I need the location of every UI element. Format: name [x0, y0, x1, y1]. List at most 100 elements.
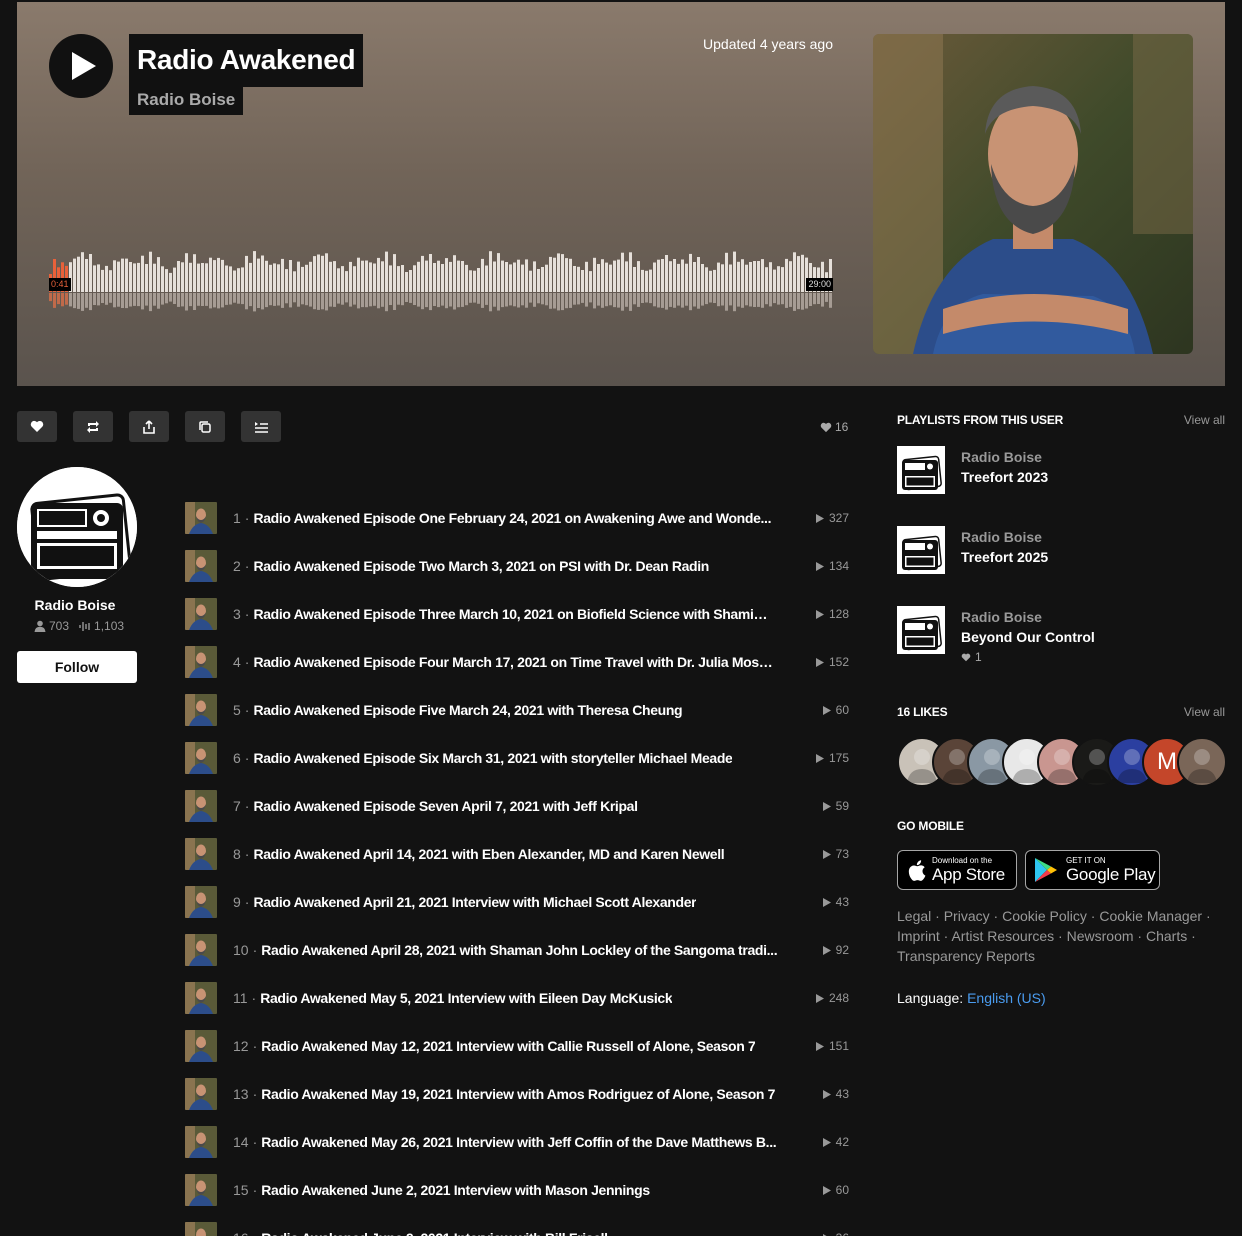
waveform-bar: [461, 261, 464, 292]
track-thumbnail[interactable]: [185, 1174, 217, 1206]
follow-button[interactable]: Follow: [17, 651, 137, 683]
track-title-link[interactable]: Radio Awakened April 14, 2021 with Eben …: [253, 846, 724, 862]
track-artist[interactable]: Radio Boise: [129, 84, 244, 115]
track-row[interactable]: 15 · Radio Awakened June 2, 2021 Interview…: [185, 1174, 850, 1222]
track-title-link[interactable]: Radio Awakened June 9, 2021 Interview wi…: [261, 1230, 607, 1236]
track-title-link[interactable]: Radio Awakened May 12, 2021 Interview wi…: [261, 1038, 755, 1054]
copy-link-button[interactable]: [185, 411, 225, 442]
waveform-bar: [445, 258, 448, 292]
track-title-link[interactable]: Radio Awakened Episode Six March 31, 202…: [253, 750, 732, 766]
playlist-name[interactable]: Treefort 2023: [961, 467, 1048, 487]
footer-link[interactable]: Newsroom: [1067, 928, 1134, 944]
user-name[interactable]: Radio Boise: [17, 597, 133, 613]
tracks-stat[interactable]: 1,103: [79, 619, 124, 633]
track-row[interactable]: 14 · Radio Awakened May 26, 2021 Interview…: [185, 1126, 850, 1174]
user-avatar[interactable]: [17, 467, 137, 587]
waveform-bar: [801, 254, 804, 292]
waveform-bar: [221, 259, 224, 292]
waveform-reflection-bar: [337, 293, 340, 304]
waveform-reflection-bar: [129, 293, 132, 307]
repost-button[interactable]: [73, 411, 113, 442]
track-thumbnail[interactable]: [185, 1126, 217, 1158]
waveform-reflection-bar: [769, 293, 772, 307]
playlist-artwork[interactable]: [897, 526, 945, 574]
track-row[interactable]: 10 · Radio Awakened April 28, 2021 with Sh…: [185, 934, 850, 982]
track-title-link[interactable]: Radio Awakened April 28, 2021 with Shama…: [261, 942, 777, 958]
track-row[interactable]: 11 · Radio Awakened May 5, 2021 Interview …: [185, 982, 850, 1030]
footer-link[interactable]: Transparency Reports: [897, 948, 1035, 964]
liker-avatar[interactable]: [1177, 737, 1227, 787]
waveform-reflection-bar: [53, 293, 56, 308]
track-thumbnail[interactable]: [185, 646, 217, 678]
google-play-badge[interactable]: GET IT ON Google Play: [1025, 850, 1160, 890]
playlist-item[interactable]: Radio Boise Treefort 2023: [897, 446, 1048, 494]
track-title-link[interactable]: Radio Awakened May 5, 2021 Interview wit…: [260, 990, 672, 1006]
waveform-reflection-bar: [829, 293, 832, 308]
track-title-link[interactable]: Radio Awakened Episode Two March 3, 2021…: [253, 558, 709, 574]
playlist-name[interactable]: Treefort 2025: [961, 547, 1048, 567]
app-store-badge[interactable]: Download on the App Store: [897, 850, 1017, 890]
footer-link[interactable]: Imprint: [897, 928, 940, 944]
track-row[interactable]: 3 · Radio Awakened Episode Three March 10,…: [185, 598, 850, 646]
playlist-artist[interactable]: Radio Boise: [961, 607, 1095, 627]
play-button[interactable]: [49, 34, 113, 98]
footer-link[interactable]: Privacy: [944, 908, 990, 924]
track-row[interactable]: 9 · Radio Awakened April 21, 2021 Intervie…: [185, 886, 850, 934]
track-title-link[interactable]: Radio Awakened June 2, 2021 Interview wi…: [261, 1182, 650, 1198]
followers-count: 703: [49, 619, 70, 633]
playlist-artwork[interactable]: [897, 606, 945, 654]
track-row[interactable]: 13 · Radio Awakened May 19, 2021 Interview…: [185, 1078, 850, 1126]
track-thumbnail[interactable]: [185, 598, 217, 630]
track-row[interactable]: 12 · Radio Awakened May 12, 2021 Interview…: [185, 1030, 850, 1078]
track-thumbnail[interactable]: [185, 742, 217, 774]
track-title-link[interactable]: Radio Awakened April 21, 2021 Interview …: [253, 894, 696, 910]
like-button[interactable]: [17, 411, 57, 442]
track-thumbnail[interactable]: [185, 1222, 217, 1236]
track-title-link[interactable]: Radio Awakened Episode Seven April 7, 20…: [253, 798, 637, 814]
track-row[interactable]: 1 · Radio Awakened Episode One February 24…: [185, 502, 850, 550]
track-title-link[interactable]: Radio Awakened Episode Four March 17, 20…: [253, 654, 773, 670]
track-row[interactable]: 16·Radio Awakened June 9, 2021 Interview…: [185, 1222, 850, 1236]
playlist-artwork[interactable]: [897, 446, 945, 494]
footer-link[interactable]: Legal: [897, 908, 931, 924]
track-thumbnail[interactable]: [185, 694, 217, 726]
track-row[interactable]: 4 · Radio Awakened Episode Four March 17, …: [185, 646, 850, 694]
playlist-item[interactable]: Radio Boise Treefort 2025: [897, 526, 1048, 574]
track-row[interactable]: 2 · Radio Awakened Episode Two March 3, 20…: [185, 550, 850, 598]
followers-stat[interactable]: 703: [34, 619, 69, 633]
playlist-name[interactable]: Beyond Our Control: [961, 627, 1095, 647]
track-thumbnail[interactable]: [185, 502, 217, 534]
track-row[interactable]: 6 · Radio Awakened Episode Six March 31, 2…: [185, 742, 850, 790]
likes-view-all[interactable]: View all: [1184, 705, 1225, 719]
track-thumbnail[interactable]: [185, 790, 217, 822]
playlist-item[interactable]: Radio Boise Beyond Our Control 1: [897, 606, 1095, 664]
playlists-view-all[interactable]: View all: [1184, 413, 1225, 427]
track-thumbnail[interactable]: [185, 550, 217, 582]
footer-link[interactable]: Charts: [1146, 928, 1187, 944]
track-title-link[interactable]: Radio Awakened Episode Five March 24, 20…: [253, 702, 682, 718]
language-select[interactable]: English (US): [967, 990, 1046, 1006]
playlist-artist[interactable]: Radio Boise: [961, 447, 1048, 467]
playlist-artist[interactable]: Radio Boise: [961, 527, 1048, 547]
track-thumbnail[interactable]: [185, 886, 217, 918]
track-thumbnail[interactable]: [185, 982, 217, 1014]
track-thumbnail[interactable]: [185, 838, 217, 870]
footer-link[interactable]: Cookie Manager: [1099, 908, 1202, 924]
share-button[interactable]: [129, 411, 169, 442]
track-row[interactable]: 7 · Radio Awakened Episode Seven April 7, …: [185, 790, 850, 838]
play-count-icon: [822, 897, 831, 907]
track-title-link[interactable]: Radio Awakened Episode Three March 10, 2…: [253, 606, 773, 622]
add-to-next-up-button[interactable]: [241, 411, 281, 442]
footer-link[interactable]: Cookie Policy: [1002, 908, 1087, 924]
waveform[interactable]: [49, 230, 833, 320]
track-title-link[interactable]: Radio Awakened May 19, 2021 Interview wi…: [261, 1086, 775, 1102]
track-title-link[interactable]: Radio Awakened Episode One February 24, …: [253, 510, 771, 526]
footer-link[interactable]: Artist Resources: [951, 928, 1054, 944]
track-thumbnail[interactable]: [185, 1078, 217, 1110]
track-title-link[interactable]: Radio Awakened May 26, 2021 Interview wi…: [261, 1134, 776, 1150]
track-thumbnail[interactable]: [185, 934, 217, 966]
track-row[interactable]: 8 · Radio Awakened April 14, 2021 with Ebe…: [185, 838, 850, 886]
track-row[interactable]: 5 · Radio Awakened Episode Five March 24, …: [185, 694, 850, 742]
track-thumbnail[interactable]: [185, 1030, 217, 1062]
waveform-bar: [285, 269, 288, 292]
